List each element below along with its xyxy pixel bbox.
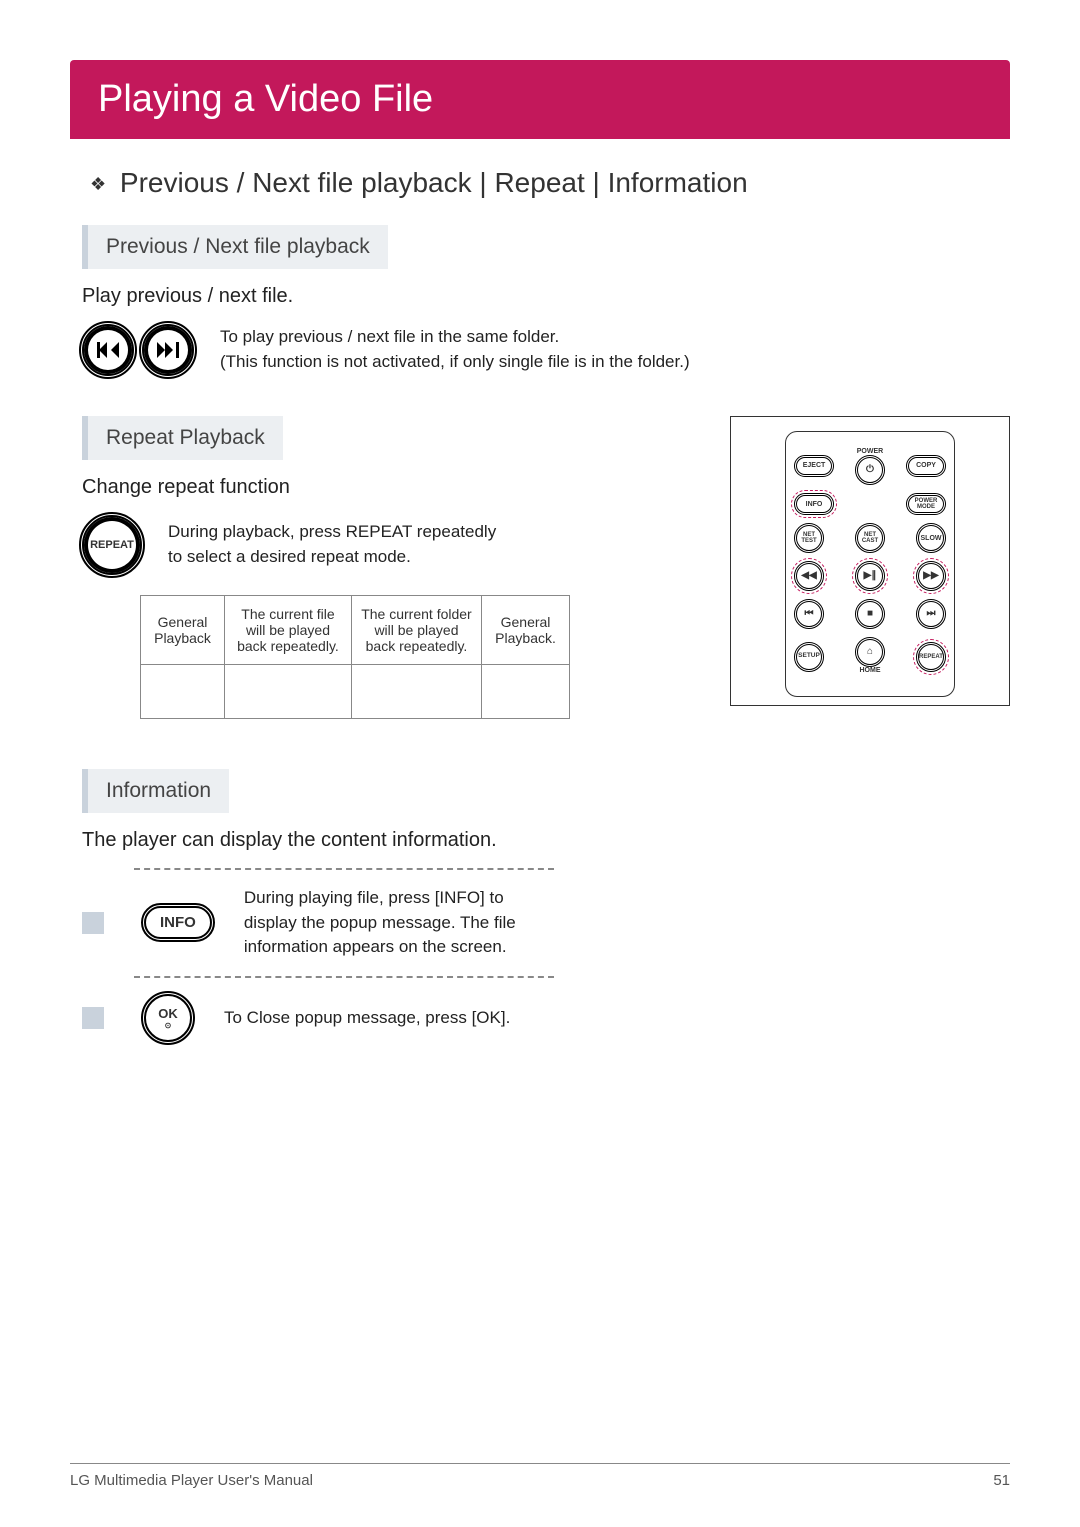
info-step2-desc: To Close popup message, press [OK]. [224, 1006, 510, 1031]
remote-forward-button: ▶▶ [918, 563, 944, 589]
table-cell [482, 665, 570, 719]
table-cell: General Playback [141, 596, 225, 665]
remote-copy-button: COPY [908, 457, 944, 475]
info-lead: The player can display the content infor… [82, 829, 1010, 852]
remote-home-label: HOME [860, 667, 881, 674]
subheading-prevnext: Previous / Next ﬁle playback [82, 225, 388, 269]
page-title: Playing a Video File [70, 60, 1010, 139]
prev-track-icon [82, 324, 134, 376]
repeat-button-icon: REPEAT [82, 515, 142, 575]
remote-prev-button: ⏮ [796, 601, 822, 627]
remote-power-label: POWER [857, 448, 883, 455]
next-track-icon [142, 324, 194, 376]
repeat-desc: During playback, press REPEAT repeatedly… [168, 520, 508, 569]
table-cell [141, 665, 225, 719]
remote-repeat-button: REPEAT [918, 644, 944, 670]
remote-powermode-button: POWER MODE [908, 495, 944, 513]
table-cell [351, 665, 481, 719]
remote-next-button: ⏭ [918, 601, 944, 627]
ok-button-icon: OK ⊙ [144, 994, 192, 1042]
remote-power-button: ⏻ [857, 457, 883, 483]
remote-rewind-button: ◀◀ [796, 563, 822, 589]
remote-diagram: EJECT POWER ⏻ COPY INFO POWER MODE NET T… [730, 416, 1010, 706]
remote-info-button: INFO [796, 495, 832, 513]
table-cell [225, 665, 352, 719]
prevnext-desc: To play previous / next ﬁle in the same … [220, 325, 690, 374]
info-step1-desc: During playing ﬁle, press [INFO] to disp… [244, 886, 544, 960]
table-cell: General Playback. [482, 596, 570, 665]
table-cell: The current ﬁle will be played back repe… [225, 596, 352, 665]
remote-slow-button: SLOW [918, 525, 944, 551]
remote-nettest-button: NET TEST [796, 525, 822, 551]
subheading-info: Information [82, 769, 229, 813]
repeat-lead: Change repeat function [82, 476, 690, 499]
remote-stop-button: ■ [857, 601, 883, 627]
repeat-mode-table: General Playback The current ﬁle will be… [140, 595, 570, 719]
subheading-repeat: Repeat Playback [82, 416, 283, 460]
divider [134, 976, 554, 978]
remote-setup-button: SETUP [796, 644, 822, 670]
prevnext-lead: Play previous / next file. [82, 285, 1010, 308]
table-cell: The current folder will be played back r… [351, 596, 481, 665]
bullet-icon: ❖ [90, 174, 106, 195]
section-heading-text: Previous / Next ﬁle playback | Repeat | … [120, 167, 748, 198]
divider [134, 868, 554, 870]
section-heading: ❖ Previous / Next ﬁle playback | Repeat … [90, 167, 1010, 199]
step-marker [82, 912, 104, 934]
footer-left: LG Multimedia Player User's Manual [70, 1472, 313, 1489]
remote-netcast-button: NET CAST [857, 525, 883, 551]
remote-eject-button: EJECT [796, 457, 832, 475]
remote-playpause-button: ▶∥ [857, 563, 883, 589]
page-number: 51 [993, 1472, 1010, 1489]
info-button-icon: INFO [144, 906, 212, 939]
page-footer: LG Multimedia Player User's Manual 51 [70, 1463, 1010, 1489]
step-marker [82, 1007, 104, 1029]
remote-home-button: ⌂ [857, 639, 883, 665]
